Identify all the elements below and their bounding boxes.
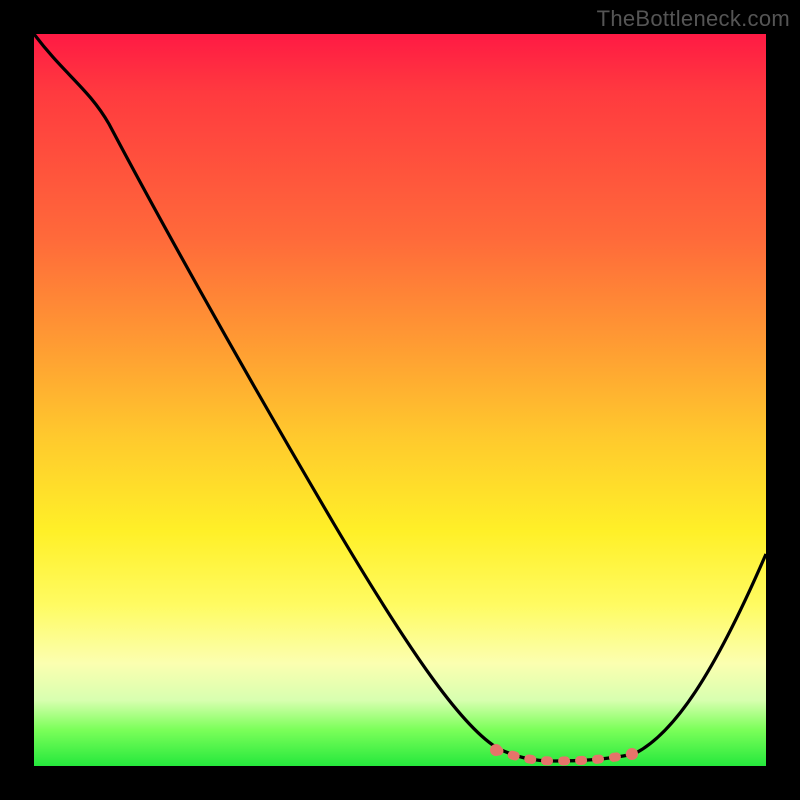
- marker-dot-right: [626, 748, 638, 760]
- optimal-range-marker: [496, 750, 632, 761]
- watermark-text: TheBottleneck.com: [597, 6, 790, 32]
- curve-svg: [34, 34, 766, 766]
- plot-area: [34, 34, 766, 766]
- marker-dot-left: [490, 744, 502, 756]
- bottleneck-curve: [34, 34, 766, 761]
- chart-frame: TheBottleneck.com: [0, 0, 800, 800]
